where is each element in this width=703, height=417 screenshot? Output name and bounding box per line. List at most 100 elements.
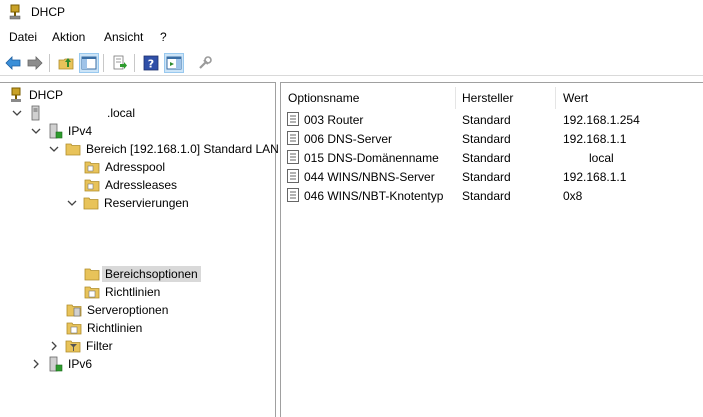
option-name: 046 WINS/NBT-Knotentyp [304,189,444,203]
up-button[interactable] [56,53,76,73]
tree-label-scope-options: Bereichsoptionen [102,266,201,282]
option-icon [287,188,299,202]
server-options-icon [66,304,82,317]
window-title: DHCP [31,5,66,19]
export-icon [113,55,127,70]
option-name: 006 DNS-Server [304,132,393,146]
option-value: local [589,151,614,165]
tree-label-ipv4: IPv4 [68,124,93,138]
column-header-optionsname[interactable]: Optionsname [288,91,359,105]
export-button[interactable] [110,53,130,73]
menu-aktion[interactable]: Aktion [52,30,85,44]
tree-item-address-leases[interactable]: Adressleases [84,176,177,194]
tree-label-reservations: Reservierungen [104,196,189,210]
console-tree-icon [81,56,97,70]
forward-icon [27,56,43,70]
tree-label-address-pool: Adresspool [105,160,166,174]
svg-text:?: ? [148,58,154,71]
tree-label-policies: Richtlinien [87,321,143,335]
show-hide-icon [166,56,182,70]
chevron-down-icon[interactable] [31,126,41,136]
list-item[interactable]: 044 WINS/NBNS-Server Standard 192.168.1.… [287,168,687,186]
option-vendor: Standard [462,170,511,184]
tree-item-ipv4[interactable]: IPv4 [31,122,92,140]
tree-item-address-pool[interactable]: Adresspool [84,158,165,176]
option-vendor: Standard [462,113,511,127]
tree-label-scope-policies: Richtlinien [105,285,161,299]
option-vendor: Standard [462,132,511,146]
toolbar-separator [134,54,135,72]
option-name: 015 DNS-Domänenname [304,151,439,165]
help-icon: ? [143,55,159,71]
show-hide-action-pane-button[interactable] [164,53,184,73]
list-item[interactable]: 015 DNS-Domänenname Standard local [287,149,687,167]
help-button[interactable]: ? [141,53,161,73]
option-value: 192.168.1.1 [563,132,627,146]
tree-label-scope: Bereich [192.168.1.0] Standard LAN [86,142,279,156]
menu-datei[interactable]: Datei [9,30,37,44]
option-name: 044 WINS/NBNS-Server [304,170,435,184]
address-pool-icon [84,161,100,174]
option-value: 0x8 [563,189,583,203]
column-header-wert[interactable]: Wert [563,91,588,105]
tree-label-filter: Filter [86,339,113,353]
tree-item-dhcp[interactable]: DHCP [8,86,63,104]
chevron-right-icon[interactable] [31,359,41,369]
title-bar: DHCP [0,0,703,26]
chevron-right-icon[interactable] [49,341,59,351]
tree-item-filter[interactable]: Filter [49,337,113,355]
forward-button[interactable] [25,53,45,73]
tree-item-server-options[interactable]: Serveroptionen [66,301,168,319]
tree-label-server: .local [107,106,136,120]
tree-item-policies[interactable]: Richtlinien [66,319,142,337]
properties-button[interactable] [195,53,215,73]
list-item[interactable]: 046 WINS/NBT-Knotentyp Standard 0x8 [287,187,687,205]
option-icon [287,150,299,164]
tree-item-server[interactable]: .local [12,104,135,122]
tree-label-dhcp: DHCP [29,88,64,102]
console-tree: DHCP .local IPv4 Bereich [192.168.1.0] S… [0,82,279,417]
column-header-hersteller[interactable]: Hersteller [462,91,513,105]
option-value: 192.168.1.254 [563,113,640,127]
policies-icon [84,286,100,299]
tree-item-scope-policies[interactable]: Richtlinien [84,283,160,301]
list-item[interactable]: 006 DNS-Server Standard 192.168.1.1 [287,130,687,148]
folder-up-icon [58,58,74,70]
policies-icon [66,322,82,335]
option-name: 003 Router [304,113,364,127]
scope-options-icon [84,268,100,281]
column-divider[interactable] [455,87,456,109]
option-value: 192.168.1.1 [563,170,627,184]
console-tree-button[interactable] [79,53,99,73]
column-divider[interactable] [555,87,556,109]
back-icon [5,56,21,70]
options-list: Optionsname Hersteller Wert 003 Router S… [280,82,703,417]
tree-label-address-leases: Adressleases [105,178,178,192]
tree-item-ipv6[interactable]: IPv6 [31,355,92,373]
menu-bar: Datei Aktion Ansicht ? [0,28,703,48]
folder-icon [83,197,99,210]
tree-item-scope[interactable]: Bereich [192.168.1.0] Standard LAN [49,140,279,158]
chevron-down-icon[interactable] [12,108,22,118]
option-icon [287,169,299,183]
back-button[interactable] [3,53,23,73]
toolbar-separator [103,54,104,72]
folder-icon [65,143,81,156]
address-leases-icon [84,179,100,192]
menu-help[interactable]: ? [160,30,167,44]
tree-label-server-options: Serveroptionen [87,303,169,317]
tree-label-ipv6: IPv6 [68,357,93,371]
tree-item-scope-options[interactable]: Bereichsoptionen [84,265,201,283]
list-item[interactable]: 003 Router Standard 192.168.1.254 [287,111,687,129]
server-icon [31,105,40,121]
ipv6-server-icon [49,356,63,372]
filter-icon [65,340,81,353]
properties-icon [199,56,212,69]
tree-item-reservations[interactable]: Reservierungen [67,194,189,212]
option-vendor: Standard [462,189,511,203]
toolbar-separator [49,54,50,72]
toolbar: ? [0,50,703,76]
chevron-down-icon[interactable] [49,144,59,154]
chevron-down-icon[interactable] [67,198,77,208]
menu-ansicht[interactable]: Ansicht [104,30,143,44]
